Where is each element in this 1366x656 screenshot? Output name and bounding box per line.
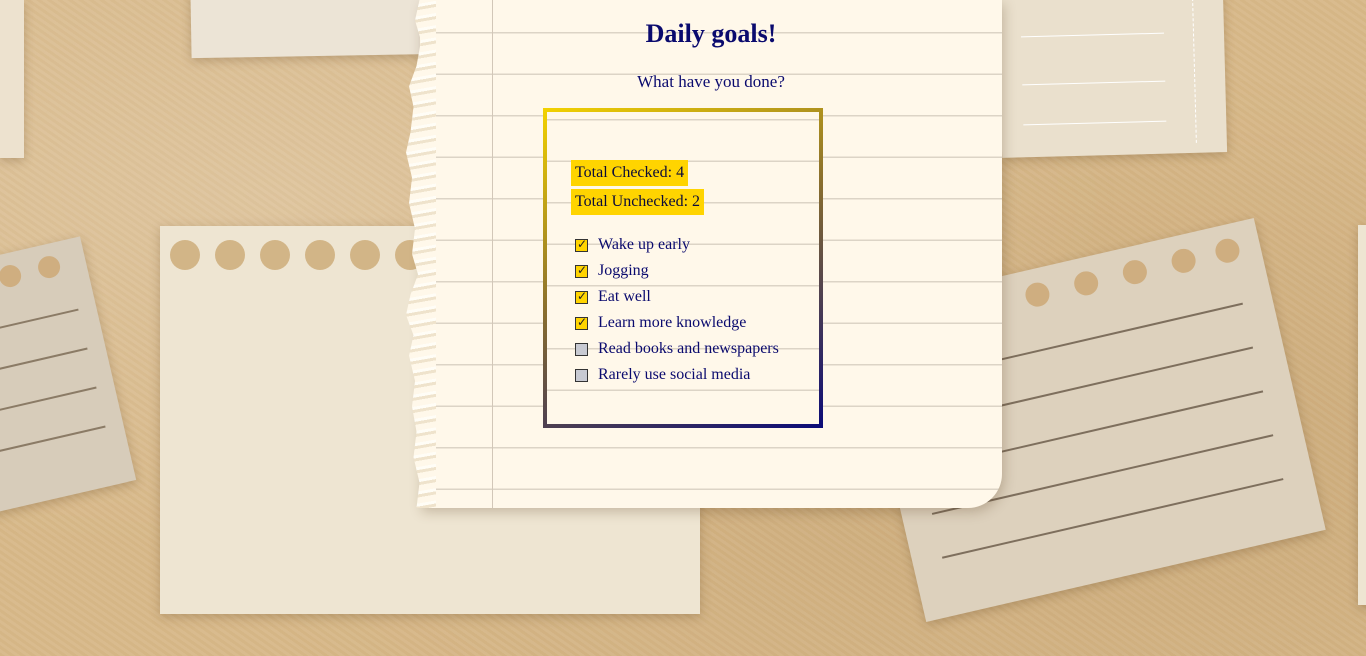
- goal-item-eat-well[interactable]: ✓ Eat well: [575, 284, 779, 310]
- goal-checkbox[interactable]: ✓: [575, 236, 588, 252]
- goal-label: Rarely use social media: [598, 366, 751, 383]
- check-icon: ✓: [577, 288, 588, 303]
- goal-label: Jogging: [598, 262, 649, 279]
- notebook-page: Daily goals! What have you done? Total C…: [406, 0, 1002, 508]
- check-icon: ✓: [577, 262, 588, 277]
- page-subtitle: What have you done?: [637, 72, 785, 91]
- check-icon: ✓: [577, 314, 588, 329]
- goal-item-jogging[interactable]: ✓ Jogging: [575, 258, 779, 284]
- background-notepad-left: [0, 236, 137, 514]
- total-unchecked-counter: Total Unchecked: 2: [571, 189, 705, 215]
- goal-list: ✓ Wake up early ✓ Jogging ✓ Eat well ✓ L…: [575, 232, 779, 388]
- background-paper-scrap: [0, 0, 24, 158]
- goals-card-body: Total Checked: 4 Total Unchecked: 2 ✓ Wa…: [547, 112, 819, 424]
- goal-checkbox[interactable]: [575, 368, 588, 382]
- goal-checkbox[interactable]: ✓: [575, 262, 588, 278]
- background-paper-scrap: [1358, 225, 1366, 605]
- goal-label: Wake up early: [598, 236, 690, 253]
- goal-checkbox[interactable]: ✓: [575, 288, 588, 304]
- goal-checkbox[interactable]: ✓: [575, 314, 588, 330]
- background-ruled-paper: [997, 0, 1228, 158]
- goal-item-rarely-use-social-media[interactable]: Rarely use social media: [575, 362, 779, 388]
- background-paper-scrap: [190, 0, 442, 59]
- goals-card: Total Checked: 4 Total Unchecked: 2 ✓ Wa…: [543, 108, 823, 428]
- goal-item-wake-up-early[interactable]: ✓ Wake up early: [575, 232, 779, 258]
- total-checked-counter: Total Checked: 4: [571, 160, 689, 186]
- goal-item-learn-more-knowledge[interactable]: ✓ Learn more knowledge: [575, 310, 779, 336]
- page-title: Daily goals!: [645, 19, 777, 48]
- goal-label: Eat well: [598, 288, 651, 305]
- goal-label: Read books and newspapers: [598, 340, 779, 357]
- goal-checkbox[interactable]: [575, 342, 588, 356]
- goal-item-read-books[interactable]: Read books and newspapers: [575, 336, 779, 362]
- check-icon: ✓: [577, 236, 588, 251]
- goal-label: Learn more knowledge: [598, 314, 747, 331]
